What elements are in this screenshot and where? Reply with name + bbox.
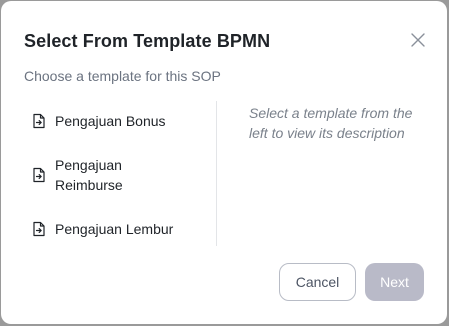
close-icon (411, 33, 425, 47)
next-button[interactable]: Next (365, 263, 424, 301)
dialog-subtitle: Choose a template for this SOP (24, 68, 221, 84)
document-arrow-icon (33, 113, 45, 129)
template-description-placeholder: Select a template from the left to view … (249, 105, 413, 141)
template-list: Pengajuan Bonus Pengajuan Reimburse Peng… (24, 101, 217, 246)
template-item-label: Pengajuan Reimburse (55, 157, 123, 193)
cancel-button[interactable]: Cancel (279, 263, 356, 301)
template-item-pengajuan-reimburse[interactable]: Pengajuan Reimburse (32, 155, 145, 195)
template-dialog: Select From Template BPMN Choose a templ… (1, 1, 447, 324)
dialog-title: Select From Template BPMN (24, 31, 271, 51)
template-item-label: Pengajuan Lembur (55, 221, 174, 237)
template-item-pengajuan-lembur[interactable]: Pengajuan Lembur (32, 219, 173, 239)
template-item-pengajuan-bonus[interactable]: Pengajuan Bonus (32, 111, 166, 131)
template-item-label: Pengajuan Bonus (55, 113, 166, 129)
document-arrow-icon (33, 221, 45, 237)
close-button[interactable] (407, 29, 429, 51)
document-arrow-icon (33, 167, 45, 183)
